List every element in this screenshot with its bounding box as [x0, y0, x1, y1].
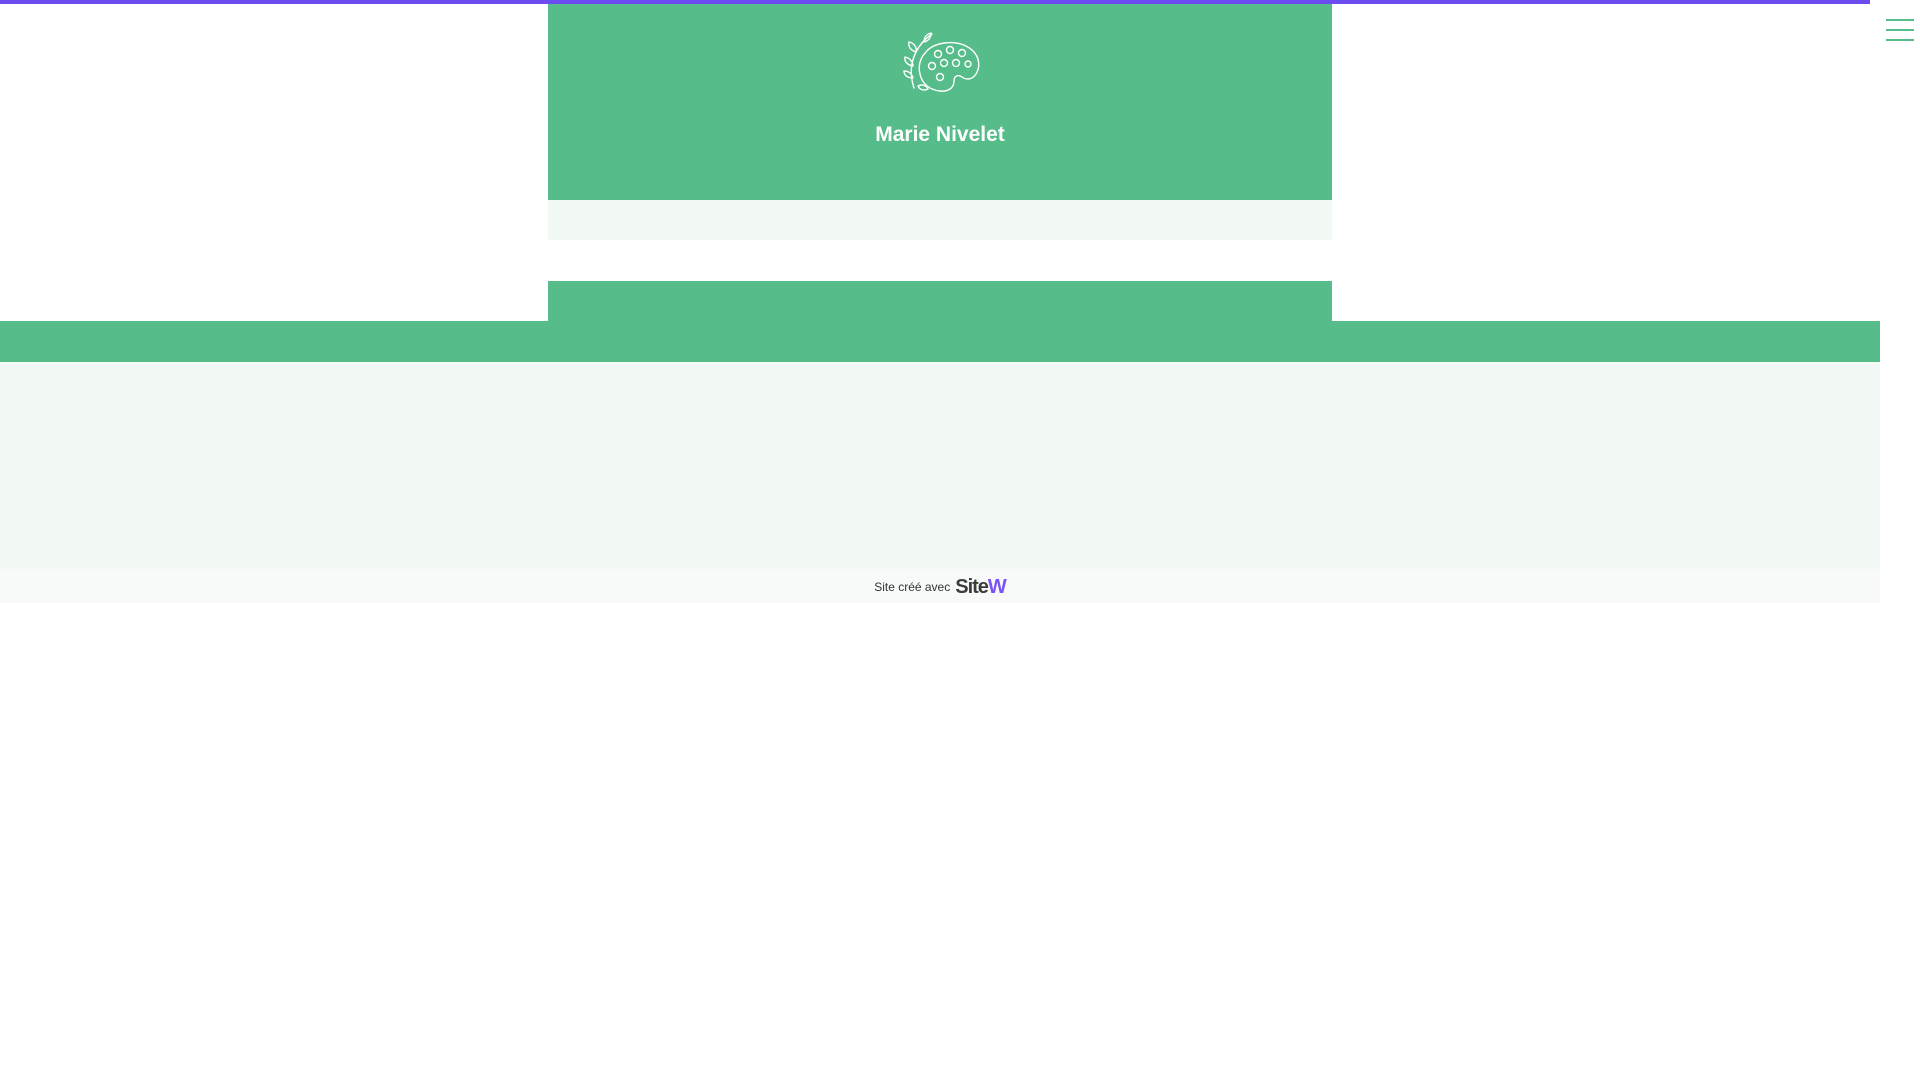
site-footer: Site créé avec Site W — [0, 570, 1880, 603]
hamburger-menu-icon — [1886, 19, 1914, 41]
section-band — [0, 321, 1880, 362]
palette-with-branch-icon — [903, 32, 980, 92]
footer-credit-text: Site créé avec — [874, 579, 951, 594]
sitew-brand-logo[interactable]: Site W — [955, 575, 1007, 598]
site-header: Marie Nivelet — [548, 4, 1332, 200]
menu-button[interactable] — [1880, 12, 1920, 48]
content-banner — [548, 281, 1332, 323]
brand-logo-main: Site — [955, 575, 989, 598]
brand-logo-accent: W — [987, 575, 1007, 598]
page: Marie Nivelet Site créé avec Site W — [0, 0, 1920, 1080]
header-navigation-strip — [548, 200, 1332, 240]
content-section — [0, 362, 1880, 570]
site-title[interactable]: Marie Nivelet — [548, 122, 1332, 148]
